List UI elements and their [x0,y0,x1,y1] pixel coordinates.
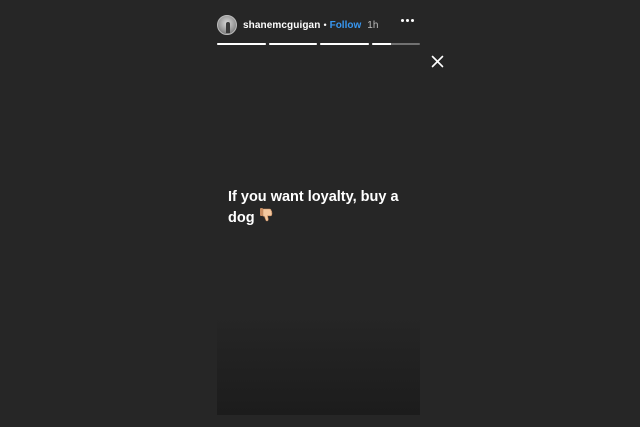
caption-text: If you want loyalty, buy a dog [228,189,399,226]
story-caption: If you want loyalty, buy a dog [228,187,413,229]
story-progress-bar [217,43,420,45]
progress-segment [217,43,266,45]
progress-fill [217,43,266,45]
progress-fill [371,43,391,45]
post-time: 1h [367,19,379,31]
thumbs-down-icon [258,207,274,229]
follow-button[interactable]: Follow [330,20,362,31]
progress-fill [268,43,317,45]
more-options-icon[interactable] [401,19,414,22]
progress-segment [320,43,369,45]
close-icon[interactable] [431,55,444,68]
progress-segment [371,43,420,45]
progress-segment [268,43,317,45]
progress-fill [320,43,369,45]
separator-dot: • [323,20,327,30]
username[interactable]: shanemcguigan [243,20,320,31]
avatar-figure [226,22,230,33]
avatar[interactable] [217,15,237,35]
story-header: shanemcguigan • Follow 1h [217,14,420,36]
